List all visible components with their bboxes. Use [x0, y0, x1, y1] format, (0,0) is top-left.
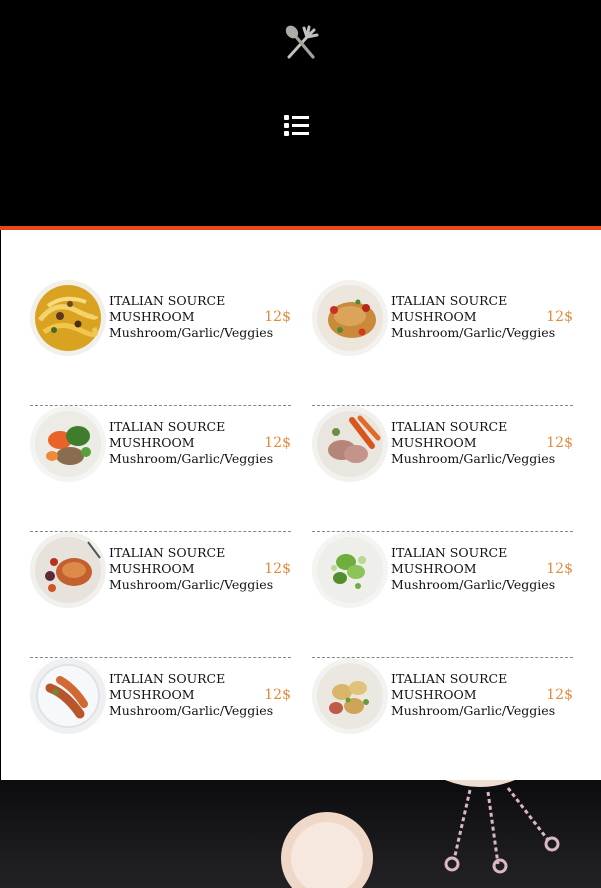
dish-price: 12$	[264, 687, 291, 703]
fork-spoon-icon[interactable]	[280, 22, 322, 62]
pork-carrot-dish-image	[312, 406, 388, 482]
menu-item[interactable]: ITALIAN SOURCE MUSHROOM Mushroom/Garlic/…	[30, 658, 291, 784]
dish-name: ITALIAN SOURCE	[109, 671, 226, 686]
sausage-dish-image	[30, 658, 106, 734]
dish-price: 12$	[264, 561, 291, 577]
menu-list: ITALIAN SOURCE MUSHROOM Mushroom/Garlic/…	[1, 230, 601, 784]
dish-name: ITALIAN SOURCE	[391, 419, 508, 434]
dish-name: MUSHROOM	[391, 687, 477, 702]
dish-description: Mushroom/Garlic/Veggies	[391, 703, 556, 718]
dish-name: MUSHROOM	[391, 435, 477, 450]
menu-item[interactable]: ITALIAN SOURCE MUSHROOM Mushroom/Garlic/…	[30, 280, 291, 406]
dish-name: ITALIAN SOURCE	[391, 545, 508, 560]
list-menu-icon[interactable]	[282, 113, 312, 139]
dish-info: ITALIAN SOURCE MUSHROOM Mushroom/Garlic/…	[391, 545, 556, 593]
dish-info: ITALIAN SOURCE MUSHROOM Mushroom/Garlic/…	[109, 671, 274, 719]
dish-info: ITALIAN SOURCE MUSHROOM Mushroom/Garlic/…	[109, 419, 274, 467]
dish-info: ITALIAN SOURCE MUSHROOM Mushroom/Garlic/…	[391, 293, 556, 341]
dish-name: ITALIAN SOURCE	[391, 671, 508, 686]
salad-dish-image	[30, 406, 106, 482]
dish-name: ITALIAN SOURCE	[109, 293, 226, 308]
dish-name: ITALIAN SOURCE	[109, 545, 226, 560]
menu-item[interactable]: ITALIAN SOURCE MUSHROOM Mushroom/Garlic/…	[312, 658, 573, 784]
menu-item[interactable]: ITALIAN SOURCE MUSHROOM Mushroom/Garlic/…	[30, 406, 291, 532]
greens-dish-image	[312, 532, 388, 608]
dish-description: Mushroom/Garlic/Veggies	[391, 325, 556, 340]
dish-description: Mushroom/Garlic/Veggies	[109, 325, 274, 340]
roast-dish-image	[30, 532, 106, 608]
dish-info: ITALIAN SOURCE MUSHROOM Mushroom/Garlic/…	[109, 293, 274, 341]
pasta-dish-image	[30, 280, 106, 356]
footer-background-image	[0, 780, 601, 888]
dish-name: MUSHROOM	[391, 309, 477, 324]
potato-dish-image	[312, 658, 388, 734]
dish-price: 12$	[546, 687, 573, 703]
dish-info: ITALIAN SOURCE MUSHROOM Mushroom/Garlic/…	[109, 545, 274, 593]
dish-name: ITALIAN SOURCE	[391, 293, 508, 308]
dish-name: ITALIAN SOURCE	[109, 419, 226, 434]
dish-description: Mushroom/Garlic/Veggies	[109, 703, 274, 718]
dish-price: 12$	[264, 309, 291, 325]
dish-name: MUSHROOM	[391, 561, 477, 576]
dish-description: Mushroom/Garlic/Veggies	[109, 451, 274, 466]
dish-name: MUSHROOM	[109, 561, 195, 576]
menu-item[interactable]: ITALIAN SOURCE MUSHROOM Mushroom/Garlic/…	[30, 532, 291, 658]
dish-info: ITALIAN SOURCE MUSHROOM Mushroom/Garlic/…	[391, 419, 556, 467]
dish-description: Mushroom/Garlic/Veggies	[391, 451, 556, 466]
chicken-dish-image	[312, 280, 388, 356]
site-header	[0, 0, 601, 226]
dish-description: Mushroom/Garlic/Veggies	[391, 577, 556, 592]
dish-price: 12$	[264, 435, 291, 451]
dish-name: MUSHROOM	[109, 309, 195, 324]
dish-description: Mushroom/Garlic/Veggies	[109, 577, 274, 592]
dish-name: MUSHROOM	[109, 435, 195, 450]
menu-item[interactable]: ITALIAN SOURCE MUSHROOM Mushroom/Garlic/…	[312, 406, 573, 532]
dish-price: 12$	[546, 435, 573, 451]
dish-price: 12$	[546, 561, 573, 577]
menu-item[interactable]: ITALIAN SOURCE MUSHROOM Mushroom/Garlic/…	[312, 280, 573, 406]
dish-info: ITALIAN SOURCE MUSHROOM Mushroom/Garlic/…	[391, 671, 556, 719]
dish-price: 12$	[546, 309, 573, 325]
menu-item[interactable]: ITALIAN SOURCE MUSHROOM Mushroom/Garlic/…	[312, 532, 573, 658]
dish-name: MUSHROOM	[109, 687, 195, 702]
